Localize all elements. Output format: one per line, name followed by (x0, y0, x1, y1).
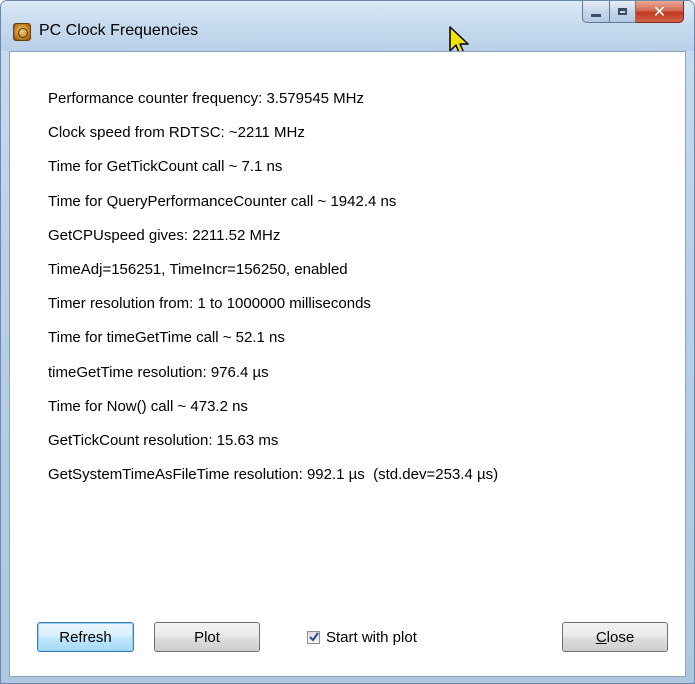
info-line: Timer resolution from: 1 to 1000000 mill… (48, 295, 371, 312)
checkbox-label: Start with plot (326, 628, 417, 646)
window-controls: ✕ (582, 1, 684, 25)
info-line: GetSystemTimeAsFileTime resolution: 992.… (48, 466, 499, 483)
start-with-plot-checkbox[interactable]: Start with plot (307, 627, 417, 647)
info-line: Time for QueryPerformanceCounter call ~ … (48, 193, 397, 210)
app-icon (13, 23, 31, 41)
close-button[interactable]: Close (562, 622, 668, 652)
window-title: PC Clock Frequencies (39, 22, 199, 39)
info-line: GetCPUspeed gives: 2211.52 MHz (48, 227, 281, 244)
checkbox-box[interactable] (307, 630, 320, 644)
title-bar[interactable]: PC Clock Frequencies ✕ (1, 1, 694, 56)
maximize-button[interactable] (610, 1, 636, 23)
dialog-window: PC Clock Frequencies ✕ Performance count… (0, 0, 695, 684)
info-line: Performance counter frequency: 3.579545 … (48, 90, 365, 107)
info-line: Clock speed from RDTSC: ~2211 MHz (48, 124, 305, 141)
maximize-icon (618, 8, 627, 15)
info-line: Time for GetTickCount call ~ 7.1 ns (48, 158, 283, 175)
info-line: GetTickCount resolution: 15.63 ms (48, 432, 279, 449)
minimize-icon (591, 14, 601, 17)
close-button-label-rest: lose (606, 628, 635, 646)
info-line: Time for timeGetTime call ~ 52.1 ns (48, 329, 285, 346)
minimize-button[interactable] (582, 1, 610, 23)
close-icon: ✕ (652, 1, 667, 21)
close-button-mnemonic: C (595, 628, 607, 646)
info-line: Time for Now() call ~ 473.2 ns (48, 398, 248, 415)
info-line: timeGetTime resolution: 976.4 µs (48, 364, 269, 381)
check-mark-icon (308, 632, 319, 642)
plot-button[interactable]: Plot (154, 622, 260, 652)
dialog-content: Performance counter frequency: 3.579545 … (9, 51, 686, 677)
refresh-button[interactable]: Refresh (37, 622, 134, 652)
info-line: TimeAdj=156251, TimeIncr=156250, enabled (48, 261, 348, 278)
window-close-button[interactable]: ✕ (636, 1, 684, 23)
